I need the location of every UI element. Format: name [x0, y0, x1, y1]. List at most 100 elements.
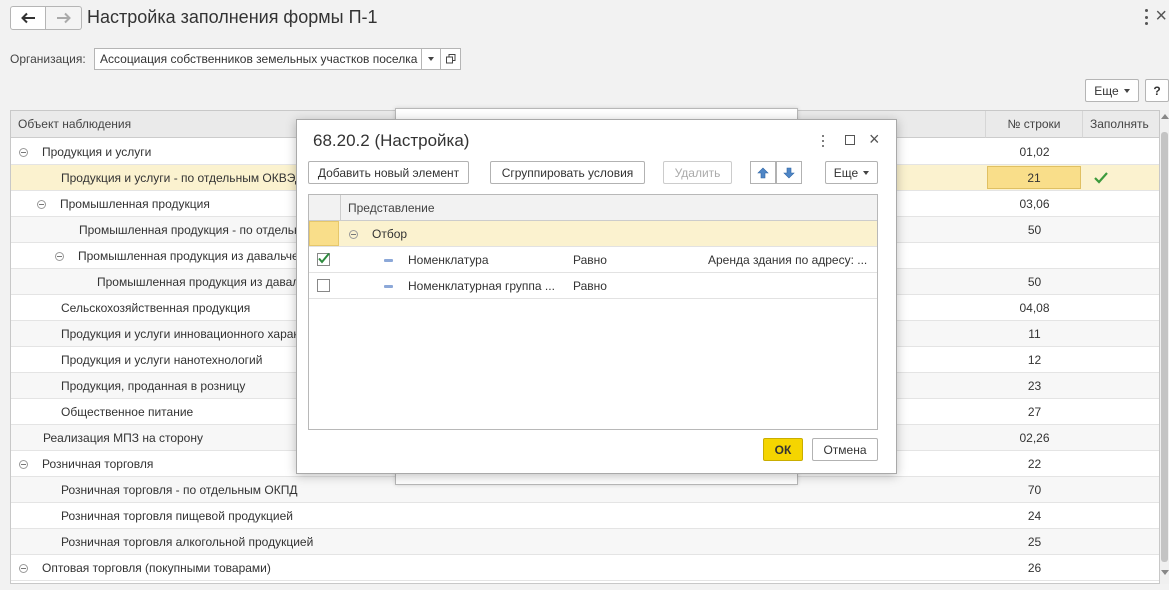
ok-button[interactable]: ОК: [763, 438, 803, 461]
group-row-filter[interactable]: Отбор: [309, 221, 877, 247]
org-label: Организация:: [10, 52, 86, 66]
dialog-more-icon[interactable]: [821, 135, 825, 147]
row-name: Розничная торговля: [42, 457, 154, 471]
column-header-presentation[interactable]: Представление: [348, 201, 435, 215]
chevron-down-icon: [428, 57, 434, 61]
condition-checkbox[interactable]: [317, 252, 330, 266]
row-number: 01,02: [1019, 144, 1050, 159]
dialog-title: 68.20.2 (Настройка): [313, 131, 470, 150]
row-name: Промышленная продукция - по отдельным: [79, 223, 318, 237]
row-name: Продукция и услуги - по отдельным ОКВЭД: [61, 171, 304, 185]
condition-check-cell[interactable]: [309, 247, 341, 272]
scroll-up-icon[interactable]: [1161, 114, 1169, 119]
row-number: 25: [1027, 534, 1042, 549]
collapse-icon[interactable]: [19, 563, 28, 573]
more-actions-icon[interactable]: [1143, 9, 1149, 25]
settings-dialog: 68.20.2 (Настройка) × Добавить новый эле…: [296, 119, 897, 474]
conditions-header: Представление: [309, 195, 877, 221]
table-row[interactable]: Розничная торговля алкогольной продукцие…: [11, 529, 1159, 555]
row-name: Продукция, проданная в розницу: [61, 379, 246, 393]
row-name: Промышленная продукция: [60, 197, 210, 211]
condition-icon: [384, 285, 393, 288]
condition-value: Аренда здания по адресу: ...: [708, 253, 868, 267]
column-header-line-number[interactable]: № строки: [986, 111, 1083, 138]
collapse-icon[interactable]: [349, 230, 358, 239]
row-name: Промышленная продукция из давальческого: [78, 249, 328, 263]
group-row-label: Отбор: [372, 227, 408, 241]
row-name: Продукция и услуги: [42, 145, 152, 159]
cancel-button[interactable]: Отмена: [812, 438, 878, 461]
forward-button[interactable]: [46, 6, 82, 30]
row-name: Общественное питание: [61, 405, 194, 419]
collapse-icon[interactable]: [19, 147, 28, 157]
row-name: Розничная торговля пищевой продукцией: [61, 509, 294, 523]
table-row[interactable]: Оптовая торговля (покупными товарами) 26: [11, 555, 1159, 581]
org-dropdown-button[interactable]: [421, 48, 441, 70]
condition-type: Равно: [573, 279, 607, 293]
row-name: Продукция и услуги инновационного характ…: [61, 327, 325, 341]
row-number: 11: [1028, 326, 1041, 341]
page-title: Настройка заполнения формы П-1: [87, 7, 378, 27]
checkmark-icon[interactable]: [1091, 169, 1111, 187]
condition-field: Номенклатура: [408, 253, 489, 267]
group-conditions-button[interactable]: Сгруппировать условия: [490, 161, 645, 184]
arrow-right-icon: [56, 12, 71, 24]
row-name: Продукция и услуги нанотехнологий: [61, 353, 263, 367]
column-header-fill[interactable]: Заполнять: [1083, 111, 1159, 138]
add-element-button[interactable]: Добавить новый элемент: [308, 161, 469, 184]
org-input[interactable]: Ассоциация собственников земельных участ…: [94, 48, 422, 70]
row-number: 12: [1027, 352, 1042, 367]
collapse-icon[interactable]: [37, 199, 46, 209]
move-down-button[interactable]: [776, 161, 802, 184]
scrollbar-thumb[interactable]: [1161, 132, 1168, 562]
group-row-cell[interactable]: [309, 221, 339, 246]
row-number: 03,06: [1019, 196, 1050, 211]
chevron-down-icon: [1123, 88, 1130, 93]
row-name: Оптовая торговля (покупными товарами): [42, 561, 271, 575]
conditions-table: Представление Отбор Номенклатура Равно А…: [308, 194, 878, 430]
move-up-button[interactable]: [750, 161, 776, 184]
condition-row[interactable]: Номенклатура Равно Аренда здания по адре…: [309, 247, 877, 273]
row-number: 50: [1027, 222, 1042, 237]
delete-button[interactable]: Удалить: [663, 161, 732, 184]
arrow-down-icon: [783, 167, 795, 178]
row-name: Сельскохозяйственная продукция: [61, 301, 251, 315]
more-button[interactable]: Еще: [1085, 79, 1139, 102]
condition-checkbox[interactable]: [317, 279, 330, 292]
table-row[interactable]: Розничная торговля пищевой продукцией 24: [11, 503, 1159, 529]
help-button[interactable]: ?: [1145, 79, 1169, 102]
close-icon[interactable]: ×: [1155, 5, 1167, 28]
row-number: 04,08: [1019, 300, 1050, 315]
row-number: 02,26: [1019, 430, 1050, 445]
condition-field: Номенклатурная группа ...: [408, 279, 555, 293]
condition-row[interactable]: Номенклатурная группа ... Равно: [309, 273, 877, 299]
condition-type: Равно: [573, 253, 607, 267]
row-name: Розничная торговля алкогольной продукцие…: [61, 535, 314, 549]
arrow-up-icon: [757, 167, 769, 178]
navigation-buttons: [10, 6, 82, 30]
checkmark-icon: [318, 252, 330, 264]
row-number: 26: [1027, 560, 1042, 575]
open-window-icon: [445, 54, 455, 64]
collapse-icon[interactable]: [19, 459, 28, 469]
row-name: Реализация МПЗ на сторону: [43, 431, 203, 445]
row-name: Розничная торговля - по отдельным ОКПД: [61, 483, 298, 497]
row-number: 24: [1027, 508, 1042, 523]
arrow-left-icon: [21, 12, 35, 24]
row-number: 27: [1027, 404, 1042, 419]
maximize-icon[interactable]: [845, 135, 855, 145]
chevron-down-icon: [863, 170, 870, 175]
collapse-icon[interactable]: [55, 251, 64, 261]
org-open-button[interactable]: [441, 48, 461, 70]
row-number: 70: [1027, 482, 1042, 497]
dialog-close-icon[interactable]: ×: [869, 129, 880, 150]
more-button-label: Еще: [1094, 83, 1119, 98]
scroll-down-icon[interactable]: [1161, 570, 1169, 575]
row-number: 22: [1027, 456, 1042, 471]
dialog-more-button[interactable]: Еще: [825, 161, 878, 184]
row-number-active[interactable]: 21: [987, 166, 1081, 189]
condition-check-cell[interactable]: [309, 273, 341, 298]
row-number: 50: [1027, 274, 1042, 289]
check-column-header: [309, 195, 341, 220]
back-button[interactable]: [10, 6, 46, 30]
